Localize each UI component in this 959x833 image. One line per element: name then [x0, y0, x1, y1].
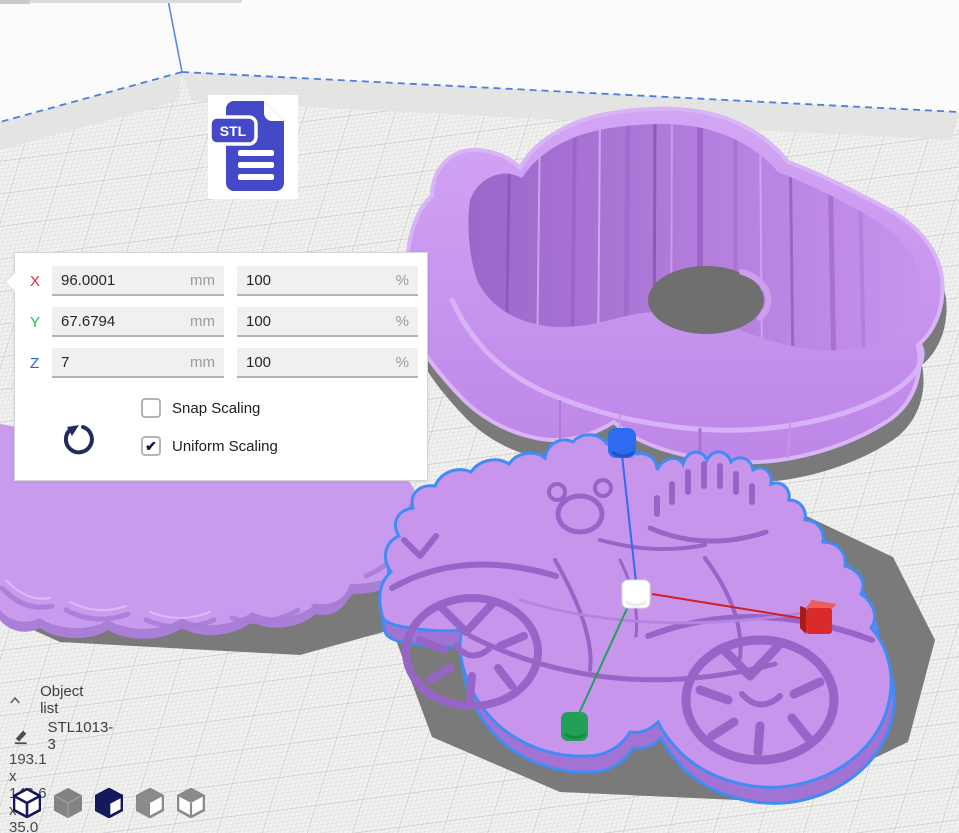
scale-row-y: Y 67.6794 mm 100 %: [15, 307, 418, 337]
mesh-type-toolbar: [13, 788, 205, 818]
z-percent-input[interactable]: 100 %: [237, 348, 418, 378]
snap-scaling-label: Snap Scaling: [172, 400, 260, 417]
uniform-scaling-checkbox[interactable]: ✔ Uniform Scaling: [141, 436, 278, 456]
snap-scaling-box[interactable]: [141, 398, 161, 418]
stl-document-icon: STL: [208, 95, 298, 199]
y-percent-input[interactable]: 100 %: [237, 307, 418, 337]
snap-scaling-checkbox[interactable]: Snap Scaling: [141, 398, 260, 418]
panel-pointer-notch: [6, 273, 15, 291]
z-axis-label: Z: [30, 355, 52, 372]
x-percent-input[interactable]: 100 %: [237, 266, 418, 296]
reset-rotate-icon: [58, 411, 98, 455]
object-list-title: Object list: [40, 683, 87, 717]
y-size-input[interactable]: 67.6794 mm: [52, 307, 224, 337]
rename-pencil-icon: [14, 727, 29, 745]
reset-scale-button[interactable]: [58, 411, 98, 455]
cube-gray-top-icon[interactable]: [136, 788, 164, 818]
cube-navy-open-face-icon[interactable]: [95, 788, 123, 818]
y-percent-unit: %: [396, 313, 409, 330]
uniform-scaling-box[interactable]: ✔: [141, 436, 161, 456]
scale-tool-panel: X 96.0001 mm 100 % Y 67.6794 mm 100 % Z: [14, 252, 428, 481]
cube-solid-gray-icon[interactable]: [54, 788, 82, 818]
y-size-unit: mm: [190, 313, 215, 330]
stl-file-thumbnail[interactable]: STL: [208, 95, 298, 199]
x-size-input[interactable]: 96.0001 mm: [52, 266, 224, 296]
window-top-edge-corner: [0, 0, 30, 4]
collapse-chevron-icon: [10, 696, 20, 705]
application-window: STL X 96.0001 mm 100 % Y 67.6794 mm: [0, 0, 959, 833]
object-name: STL1013-3: [47, 719, 114, 753]
z-size-unit: mm: [190, 354, 215, 371]
window-top-edge: [0, 0, 242, 3]
z-size-input[interactable]: 7 mm: [52, 348, 224, 378]
object-list-item[interactable]: STL1013-3: [14, 719, 115, 753]
x-size-unit: mm: [190, 272, 215, 289]
cube-wireframe-icon[interactable]: [13, 788, 41, 818]
x-axis-label: X: [30, 273, 52, 290]
cube-gray-open-icon[interactable]: [177, 788, 205, 818]
object-list-header[interactable]: Object list: [10, 683, 87, 717]
stl-badge-label: STL: [220, 123, 247, 139]
x-percent-unit: %: [396, 272, 409, 289]
z-percent-unit: %: [396, 354, 409, 371]
y-axis-label: Y: [30, 314, 52, 331]
uniform-scaling-label: Uniform Scaling: [172, 438, 278, 455]
scale-row-z: Z 7 mm 100 %: [15, 348, 418, 378]
scale-row-x: X 96.0001 mm 100 %: [15, 266, 418, 296]
